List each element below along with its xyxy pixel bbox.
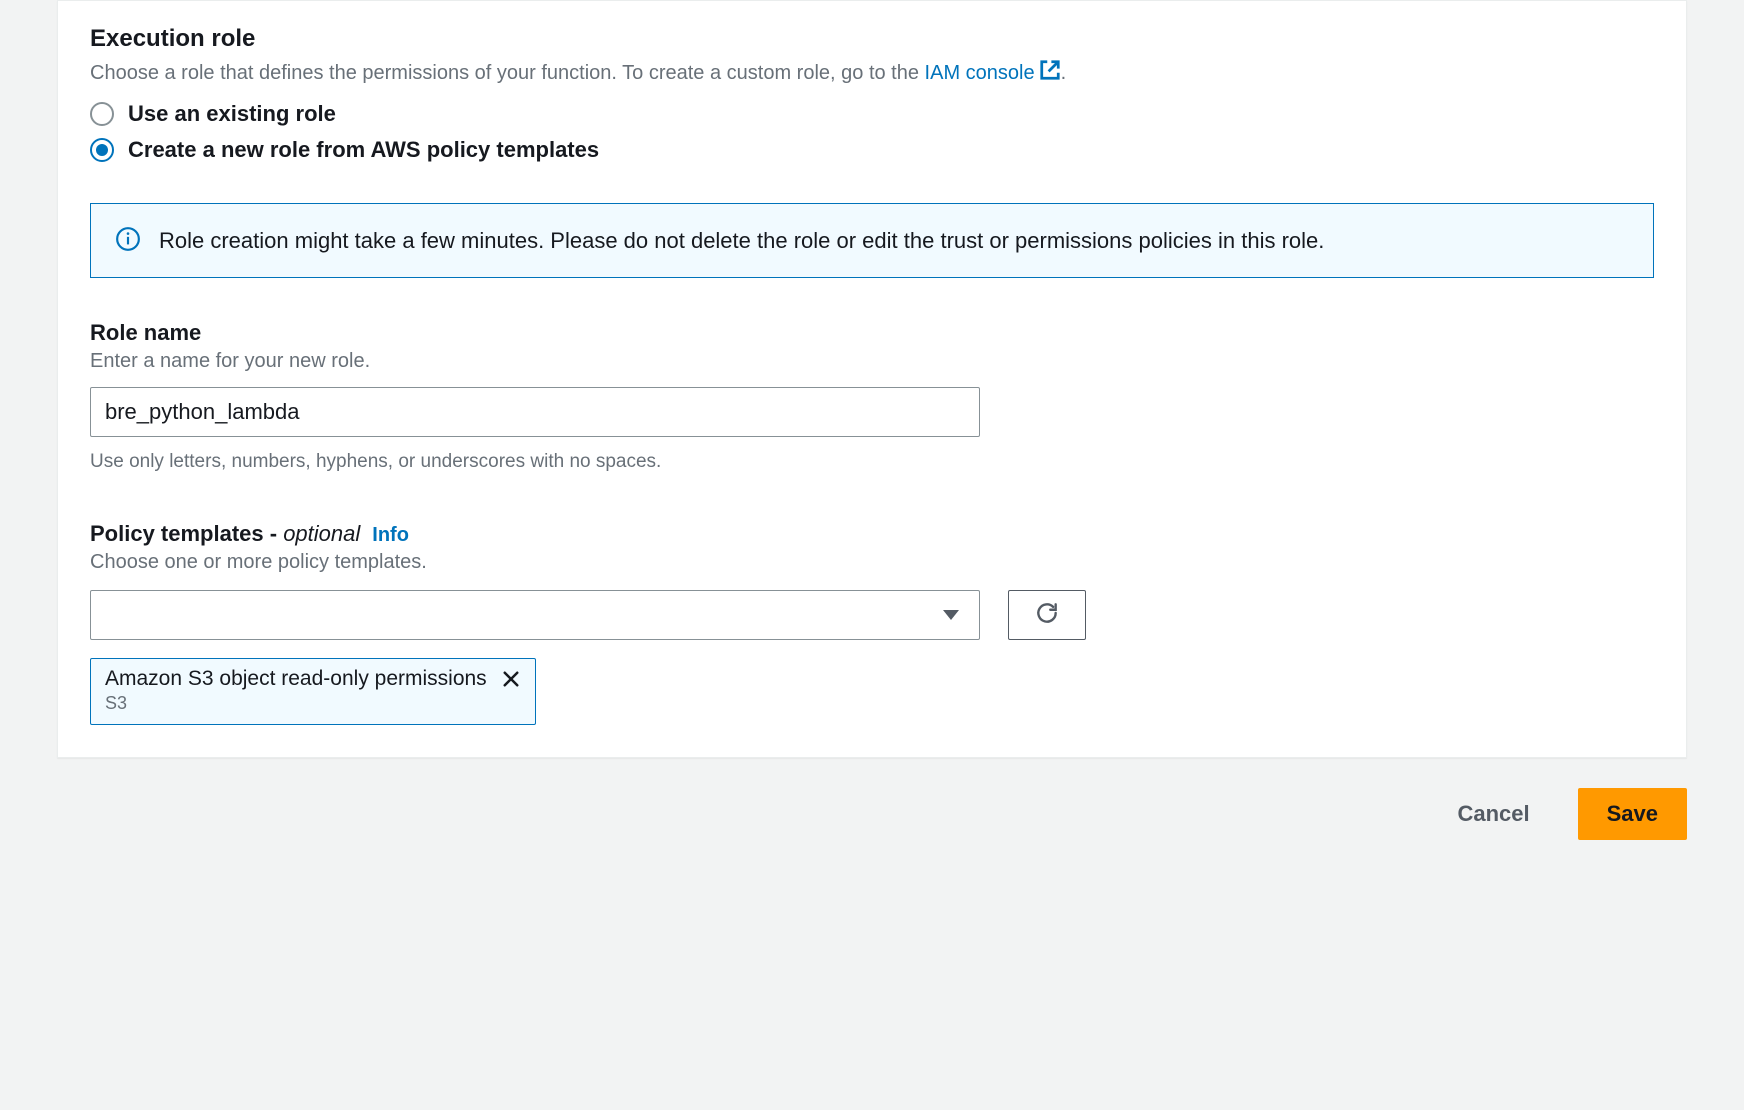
desc-suffix: . xyxy=(1061,62,1067,84)
form-panel: Execution role Choose a role that define… xyxy=(57,0,1687,758)
policy-token-s3-readonly: Amazon S3 object read-only permissions S… xyxy=(90,658,536,725)
policy-token-sub: S3 xyxy=(105,693,521,714)
policy-dropdown-row xyxy=(90,590,1654,640)
role-creation-info-box: Role creation might take a few minutes. … xyxy=(90,203,1654,278)
policy-templates-label-row: Policy templates - optional Info xyxy=(90,521,1654,547)
save-button[interactable]: Save xyxy=(1578,788,1687,840)
policy-templates-desc: Choose one or more policy templates. xyxy=(90,551,1654,574)
execution-role-desc: Choose a role that defines the permissio… xyxy=(90,59,1654,89)
info-text: Role creation might take a few minutes. … xyxy=(159,224,1324,257)
policy-info-link[interactable]: Info xyxy=(372,524,409,547)
policy-label: Policy templates - optional xyxy=(90,521,360,547)
desc-prefix: Choose a role that defines the permissio… xyxy=(90,62,925,84)
iam-console-link[interactable]: IAM console xyxy=(925,62,1061,84)
execution-role-title: Execution role xyxy=(90,25,1654,53)
refresh-icon xyxy=(1034,600,1060,631)
info-icon xyxy=(115,226,141,257)
policy-templates-dropdown[interactable] xyxy=(90,590,980,640)
radio-label: Create a new role from AWS policy templa… xyxy=(128,137,599,163)
role-name-hint: Use only letters, numbers, hyphens, or u… xyxy=(90,451,1654,473)
role-radio-group: Use an existing role Create a new role f… xyxy=(90,101,1654,163)
radio-label: Use an existing role xyxy=(128,101,336,127)
policy-token-label: Amazon S3 object read-only permissions xyxy=(105,667,487,691)
radio-icon xyxy=(90,102,114,126)
role-name-desc: Enter a name for your new role. xyxy=(90,350,1654,373)
radio-use-existing-role[interactable]: Use an existing role xyxy=(90,101,1654,127)
radio-icon xyxy=(90,138,114,162)
role-name-label: Role name xyxy=(90,320,1654,346)
form-footer: Cancel Save xyxy=(0,788,1687,840)
refresh-button[interactable] xyxy=(1008,590,1086,640)
chevron-down-icon xyxy=(943,610,959,620)
cancel-button[interactable]: Cancel xyxy=(1429,788,1557,840)
external-link-icon xyxy=(1039,59,1061,89)
role-name-input[interactable] xyxy=(90,387,980,437)
remove-policy-button[interactable] xyxy=(501,669,521,689)
radio-create-new-role[interactable]: Create a new role from AWS policy templa… xyxy=(90,137,1654,163)
